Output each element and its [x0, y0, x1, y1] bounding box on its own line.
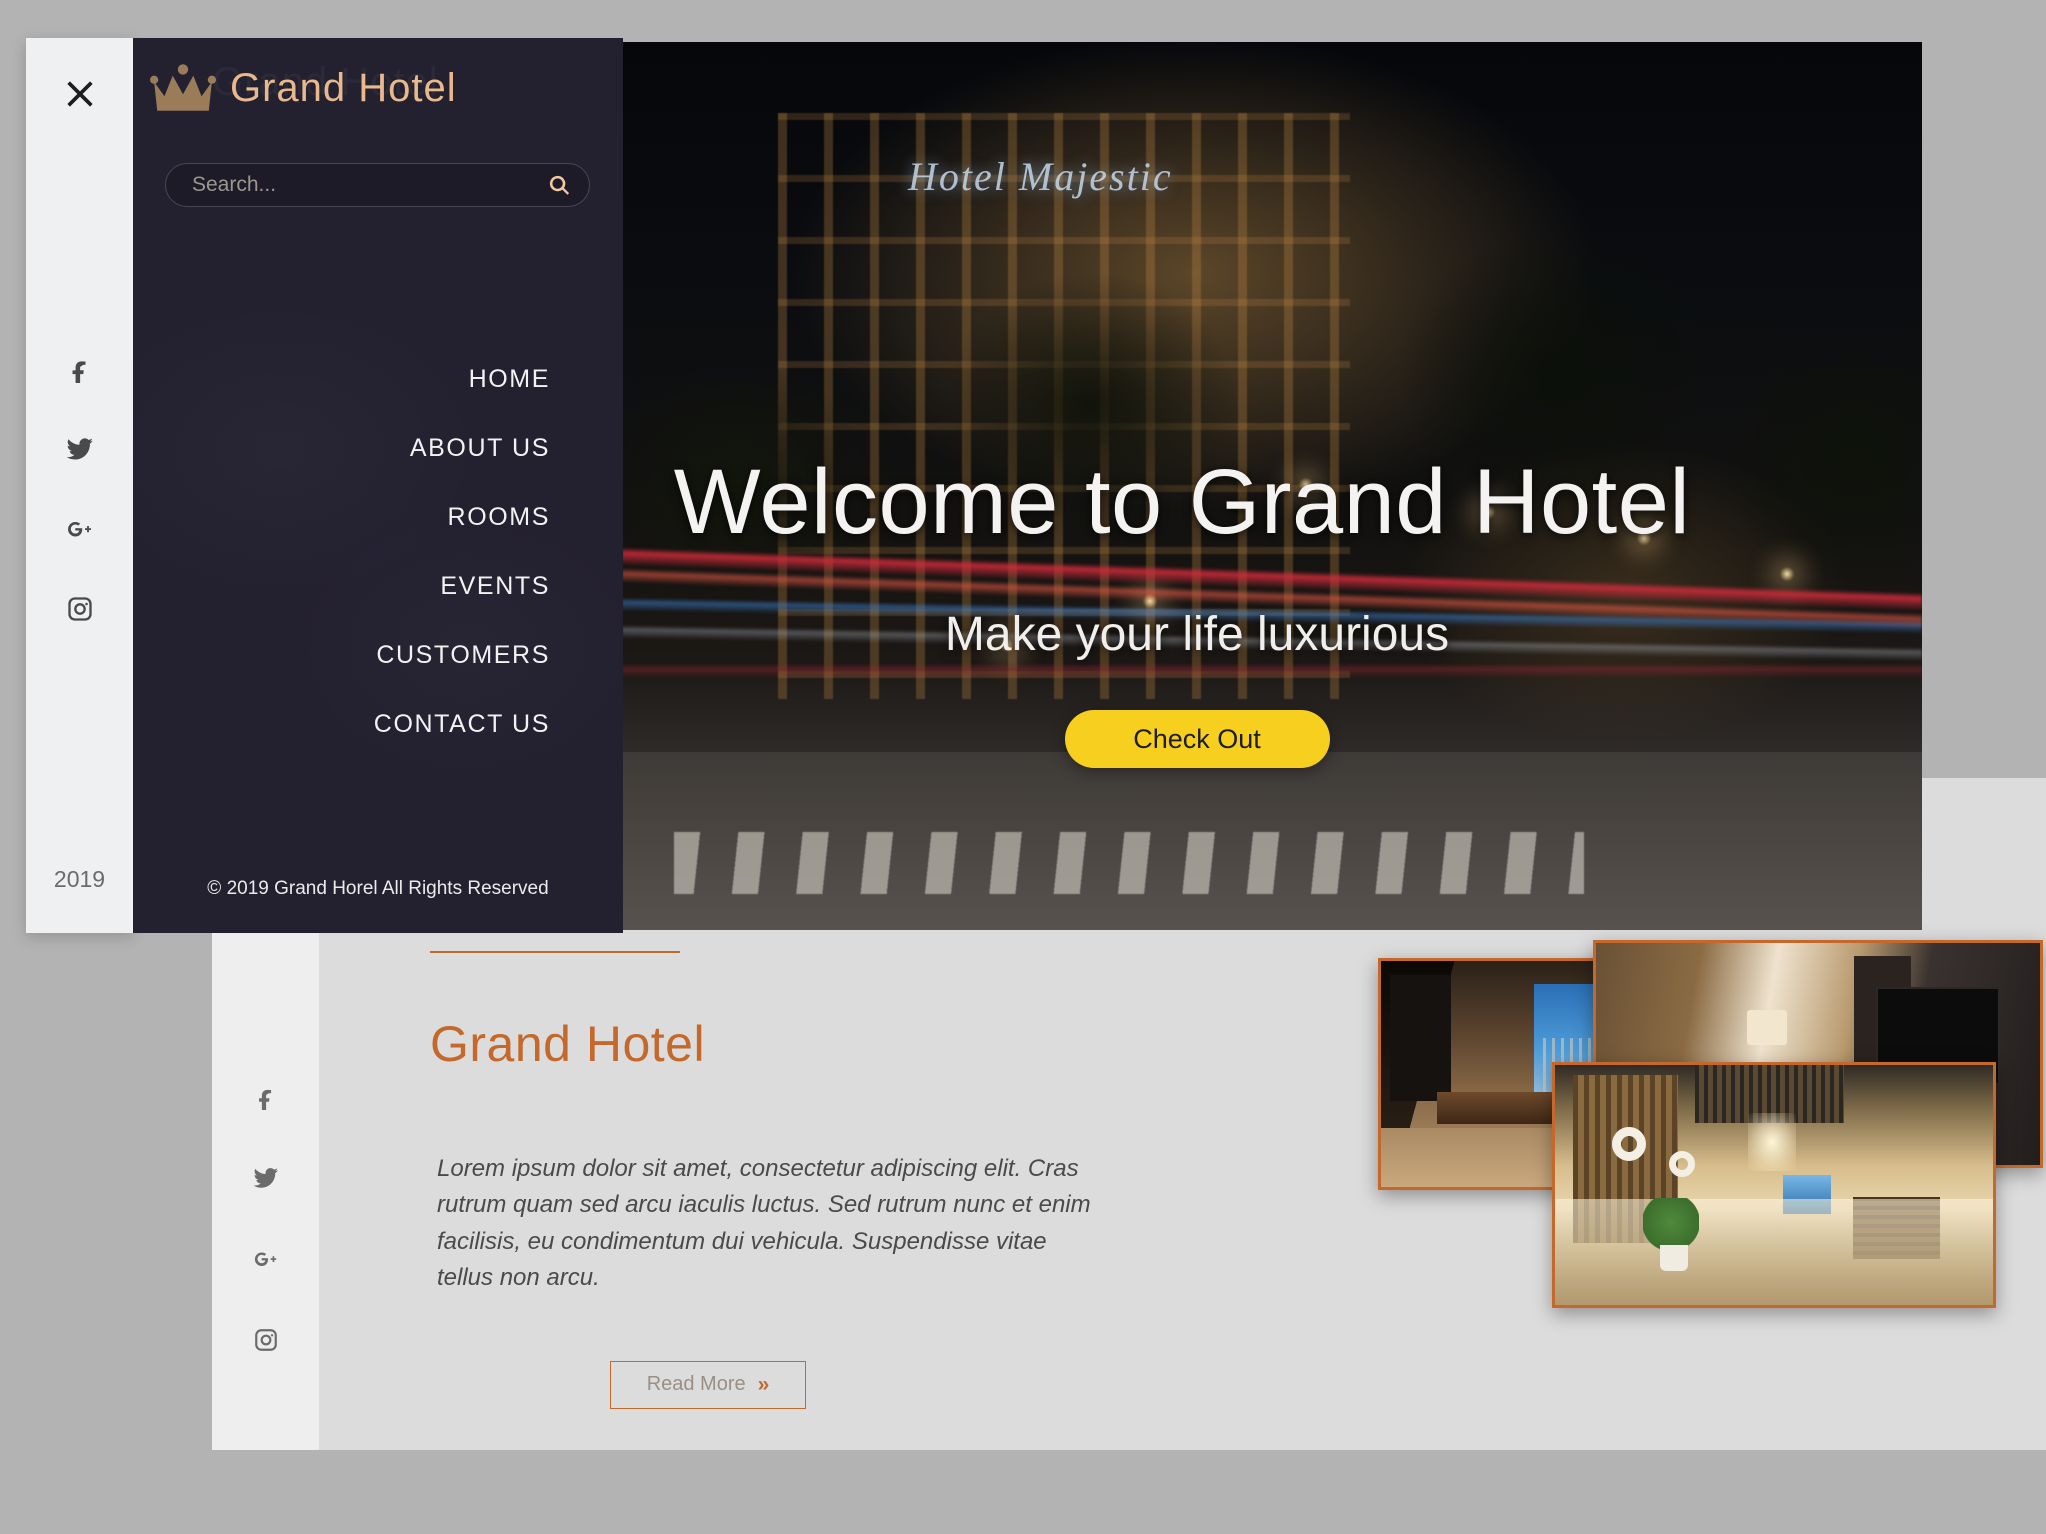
read-more-label: Read More [646, 1373, 746, 1396]
page-root: ABOUT US Grand Hotel Lorem ipsum dolor s… [0, 0, 2046, 1534]
brand-text: Grand Hotel [230, 65, 457, 110]
nav-social-list [26, 355, 133, 628]
hero-banner: Hotel Majestic Welcome to Grand Hotel Ma… [622, 42, 1922, 930]
check-out-button[interactable]: Check Out [1064, 710, 1330, 768]
nav-item-rooms[interactable]: ROOMS [448, 483, 550, 552]
facebook-icon[interactable] [66, 355, 94, 388]
nav-item-customers[interactable]: CUSTOMERS [376, 621, 550, 690]
google-plus-icon[interactable] [66, 515, 94, 548]
nav-menu: HOME ABOUT US ROOMS EVENTS CUSTOMERS CON… [133, 345, 593, 759]
hero-subtitle: Make your life luxurious [944, 608, 1450, 661]
instagram-icon[interactable] [249, 1323, 283, 1357]
about-title: Grand Hotel [430, 1016, 706, 1072]
double-chevron-right-icon: » [757, 1372, 770, 1396]
nav-item-events[interactable]: EVENTS [440, 552, 550, 621]
hero-title: Welcome to Grand Hotel [673, 451, 1691, 553]
read-more-button[interactable]: Read More » [610, 1360, 806, 1409]
nav-item-about-us[interactable]: ABOUT US [410, 414, 550, 483]
facebook-icon[interactable] [249, 1080, 283, 1114]
close-icon[interactable] [58, 72, 102, 116]
search-box[interactable] [165, 163, 590, 207]
hotel-lobby-photo[interactable] [1552, 1062, 1996, 1308]
search-input[interactable] [192, 173, 548, 197]
search-icon[interactable] [548, 174, 571, 197]
instagram-icon[interactable] [66, 595, 94, 628]
twitter-icon[interactable] [66, 435, 94, 468]
crown-icon [150, 64, 216, 111]
rail-year: 2019 [53, 866, 106, 892]
nav-item-contact-us[interactable]: CONTACT US [374, 690, 550, 759]
nav-item-home[interactable]: HOME [469, 345, 550, 414]
hero-copy: Welcome to Grand Hotel Make your life lu… [622, 42, 1922, 930]
about-divider [430, 951, 680, 953]
twitter-icon[interactable] [249, 1161, 283, 1195]
about-social-list [212, 1080, 319, 1357]
about-paragraph: Lorem ipsum dolor sit amet, consectetur … [437, 1155, 1091, 1292]
nav-copyright: © 2019 Grand Horel All Rights Reserved [207, 878, 549, 899]
brand-logo[interactable]: Grand Hotel Grand Hotel [150, 60, 457, 116]
google-plus-icon[interactable] [249, 1242, 283, 1276]
about-content: ABOUT US Grand Hotel Lorem ipsum dolor s… [430, 900, 1150, 1409]
